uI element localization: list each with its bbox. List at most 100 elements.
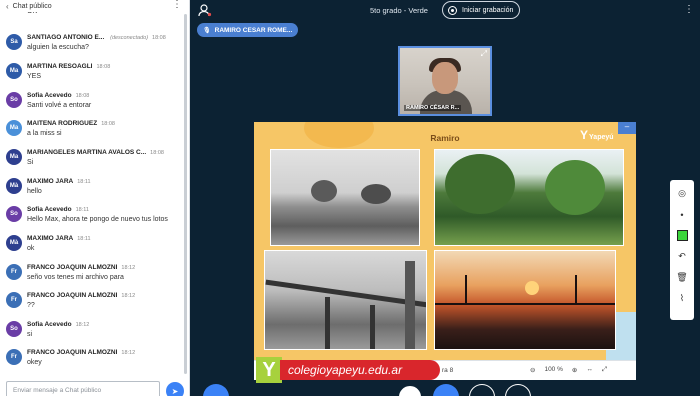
- start-recording-button[interactable]: Iniciar grabación: [442, 1, 520, 19]
- message-author: Sofia Acevedo 18:11: [27, 206, 89, 213]
- avatar: So: [6, 92, 22, 108]
- avatar: Sa: [6, 34, 22, 50]
- message-time: 18:12: [121, 293, 136, 299]
- message-author: MARIANGELES MARTINA AVALOS C... 18:08: [27, 149, 164, 156]
- message-text: Santi volvé a entorar: [27, 102, 92, 109]
- brand-logo: Y: [256, 357, 282, 383]
- chat-title: Chat público: [12, 2, 52, 10]
- chat-scrollbar[interactable]: [184, 14, 187, 374]
- message-time: 18:11: [75, 207, 89, 213]
- photo-bridge: [264, 250, 427, 350]
- message-time: 18:08: [152, 35, 166, 41]
- options-icon[interactable]: ⋮: [684, 4, 694, 15]
- avatar: So: [6, 321, 22, 337]
- fullscreen-icon[interactable]: ⤢: [481, 49, 487, 59]
- minimize-presentation-icon[interactable]: –: [618, 122, 636, 134]
- message-time: 18:12: [121, 350, 136, 356]
- chat-panel: ‹ Chat público ⋮ OK Sa SANTIAGO ANTONIO E…: [0, 0, 190, 396]
- chat-message-input[interactable]: Enviar mensaje a Chat público: [6, 381, 160, 396]
- message-list: OK Sa SANTIAGO ANTONIO E... (desconectado…: [0, 12, 184, 378]
- avatar: Ma: [6, 149, 22, 165]
- avatar: Fr: [6, 264, 22, 280]
- message-author: FRANCO JOAQUIN ALMOZNI 18:12: [27, 264, 136, 271]
- conference-app: ‹ Chat público ⋮ OK Sa SANTIAGO ANTONIO E…: [0, 0, 700, 396]
- message-text: YES: [27, 73, 42, 80]
- speaker-name: RAMIRO CESAR ROME...: [214, 26, 293, 34]
- message-time: 18:08: [75, 93, 90, 99]
- zoom-level: 100 %: [544, 366, 563, 373]
- message-text: Hello Max, ahora te pongo de nuevo tus l…: [27, 216, 168, 223]
- annotation-toolbar: ◎ • ↶ 🗑 ⌇: [670, 180, 694, 320]
- top-bar: 5to grado - Verde Iniciar grabación ⋮: [190, 0, 700, 22]
- session-title: 5to grado - Verde: [370, 6, 428, 15]
- message-author: MARTINA RESOAGLI 18:08: [27, 63, 111, 70]
- message-text: alguien la escucha?: [27, 44, 89, 51]
- multi-user-pen-icon[interactable]: ⌇: [672, 288, 692, 309]
- message-text: seño vos tenes mi archivo para: [27, 274, 124, 281]
- microphone-button[interactable]: [397, 384, 423, 396]
- avatar: Ma: [6, 63, 22, 79]
- message-author: MAXIMO JARA 18:11: [27, 235, 91, 242]
- chevron-left-icon[interactable]: ‹: [6, 2, 9, 11]
- message-author: MAITENA RODRIGUEZ 18:08: [27, 120, 115, 127]
- avatar: Fr: [6, 349, 22, 365]
- actions-button[interactable]: [203, 384, 229, 396]
- message-author: Sofia Acevedo 18:08: [27, 92, 90, 99]
- message-time: 18:12: [75, 322, 90, 328]
- avatar: So: [6, 206, 22, 222]
- brand-text: colegioyapeyu.edu.ar: [280, 360, 440, 380]
- photo-old-river: [270, 149, 420, 246]
- send-icon[interactable]: ➤: [166, 382, 184, 396]
- message-text: si: [27, 331, 33, 338]
- message-author: SANTIAGO ANTONIO E... (desconectado) 18:0…: [27, 34, 166, 41]
- message-time: 18:08: [101, 121, 115, 127]
- photo-sunset-bridge: [434, 250, 616, 350]
- message-time: 18:12: [121, 265, 136, 271]
- message-author: FRANCO JOAQUIN ALMOZNI 18:12: [27, 292, 136, 299]
- chat-options-icon[interactable]: ⋮: [172, 0, 182, 10]
- record-label: Iniciar grabación: [462, 6, 514, 14]
- slide-title: Ramiro: [430, 133, 460, 143]
- thickness-icon[interactable]: •: [672, 204, 692, 225]
- message-time: 18:11: [77, 179, 91, 185]
- avatar: Mà: [6, 235, 22, 251]
- avatar: Ma: [6, 120, 22, 136]
- message-text: a la miss si: [27, 130, 62, 137]
- message-text: Si: [27, 159, 34, 166]
- fullscreen-slide-icon[interactable]: ⤢: [602, 366, 607, 374]
- photo-park-trees: [434, 149, 624, 246]
- color-picker[interactable]: [672, 225, 692, 246]
- chat-header: ‹ Chat público ⋮: [0, 0, 190, 12]
- message-author: FRANCO JOAQUIN ALMOZNI 18:12: [27, 349, 136, 356]
- message-author: MAXIMO JARA 18:11: [27, 178, 91, 185]
- message-time: 18:11: [77, 236, 91, 242]
- webcam-user-label: RAMIRO CÉSAR R...: [404, 105, 462, 111]
- fit-width-icon[interactable]: ↔: [586, 366, 593, 374]
- school-watermark: Y colegioyapeyu.edu.ar: [256, 357, 441, 383]
- avatar: Fr: [6, 292, 22, 308]
- screen-share-button[interactable]: [505, 384, 531, 396]
- message-author: Sofia Acevedo 18:12: [27, 321, 90, 328]
- message-time: 18:08: [96, 64, 111, 70]
- record-icon: [448, 5, 457, 15]
- zoom-controls: ⊖ 100 % ⊕ ↔ ⤢: [530, 366, 607, 374]
- audio-button[interactable]: [433, 384, 459, 396]
- talking-indicator: 🎙 RAMIRO CESAR ROME...: [197, 23, 299, 37]
- message-text: hello: [27, 188, 42, 195]
- pointer-icon[interactable]: ◎: [672, 183, 692, 204]
- webcam-video[interactable]: RAMIRO CÉSAR R... ⤢: [398, 46, 492, 116]
- undo-icon[interactable]: ↶: [672, 246, 692, 267]
- microphone-icon: 🎙: [203, 27, 211, 34]
- webcam-person-face: [432, 62, 458, 94]
- page-indicator[interactable]: ra 8: [442, 367, 453, 374]
- message-text: ??: [27, 302, 35, 309]
- message-text: OK: [27, 12, 37, 15]
- school-logo: YYapeyú: [580, 128, 614, 142]
- users-icon[interactable]: [198, 4, 212, 18]
- trash-icon[interactable]: 🗑: [672, 267, 692, 288]
- zoom-in-icon[interactable]: ⊕: [572, 366, 577, 374]
- message-time: 18:08: [150, 150, 164, 156]
- camera-button[interactable]: [469, 384, 495, 396]
- zoom-out-icon[interactable]: ⊖: [530, 366, 535, 374]
- message-text: ok: [27, 245, 35, 252]
